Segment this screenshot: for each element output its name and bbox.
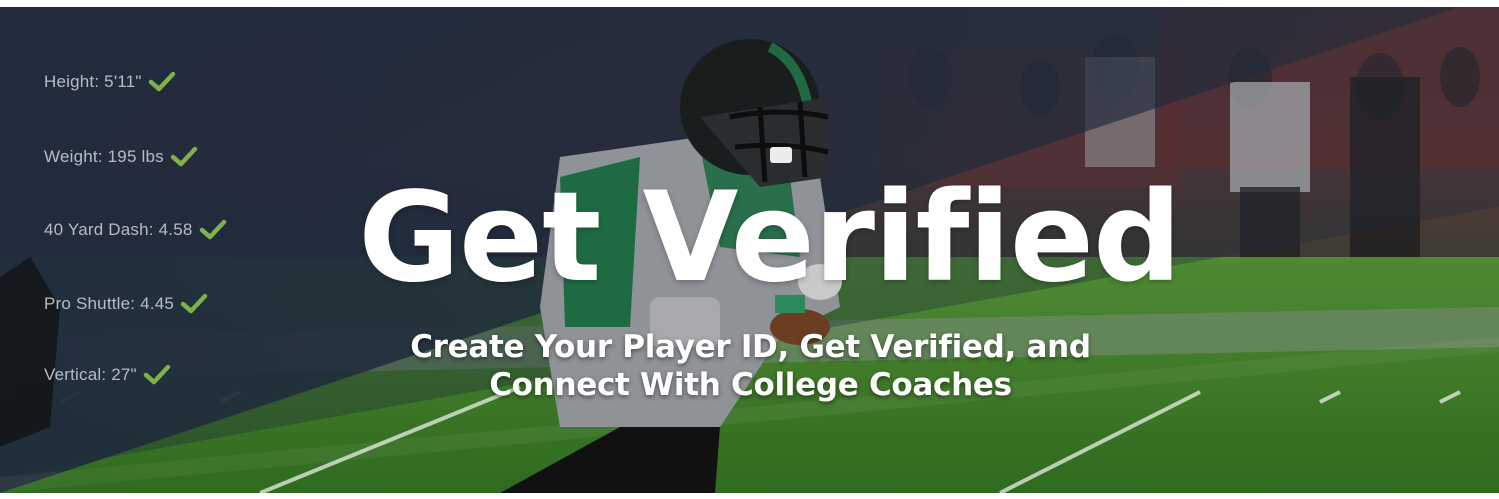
- banner-subtitle-line2: Connect With College Coaches: [489, 367, 1012, 403]
- checkmark-icon: [148, 71, 175, 92]
- stat-label: Height: 5'11": [44, 72, 142, 91]
- stat-label: Weight: 195 lbs: [44, 147, 164, 166]
- stat-height: Height: 5'11": [44, 71, 176, 93]
- banner-title: Get Verified: [358, 166, 1182, 310]
- stat-weight: Weight: 195 lbs: [44, 146, 198, 168]
- banner-subtitle-line1: Create Your Player ID, Get Verified, and: [410, 329, 1091, 365]
- hero-banner: Height: 5'11" Weight: 195 lbs 40 Yard Da…: [0, 7, 1499, 493]
- checkmark-icon: [170, 146, 198, 167]
